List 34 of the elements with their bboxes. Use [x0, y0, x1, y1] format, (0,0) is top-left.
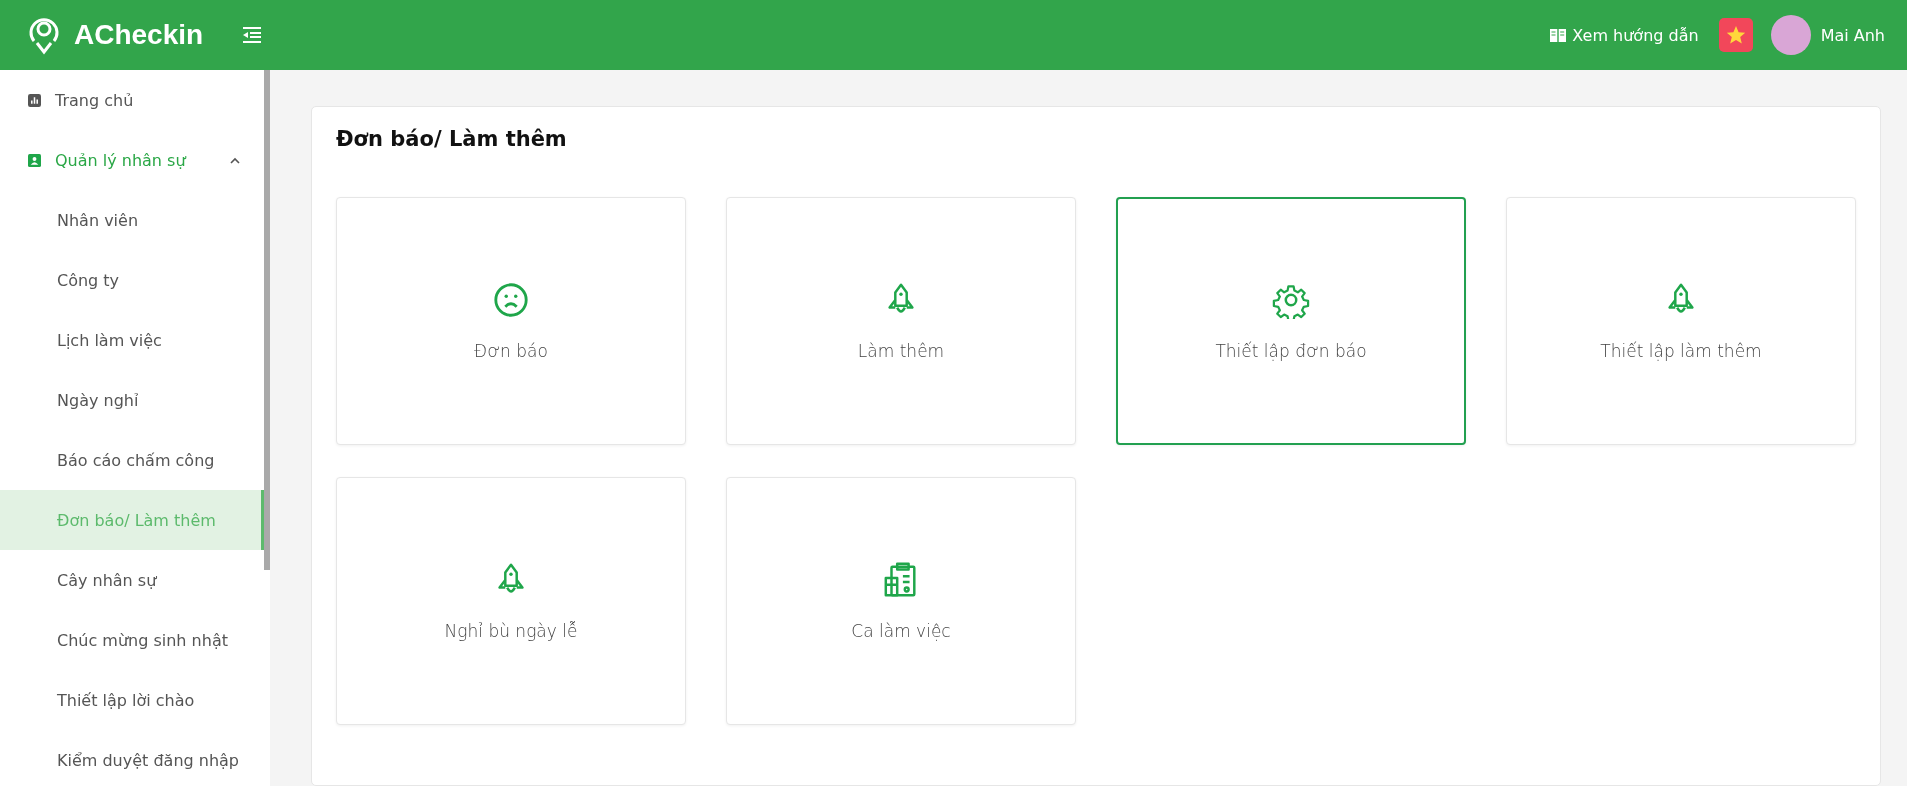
sidebar-subitem[interactable]: Ngày nghỉ: [0, 370, 264, 430]
avatar[interactable]: [1770, 15, 1811, 55]
menu-tile[interactable]: Đơn báo: [336, 197, 686, 445]
brand-name: ACheckin: [74, 19, 204, 51]
menu-tile[interactable]: Nghỉ bù ngày lễ: [336, 477, 686, 725]
menu-icon[interactable]: [241, 26, 264, 44]
sidebar-subitem[interactable]: Báo cáo chấm công: [0, 430, 264, 490]
tile-label: Nghỉ bù ngày lễ: [444, 621, 578, 641]
book-icon: [1550, 28, 1567, 42]
page-title: Đơn báo/ Làm thêm: [336, 127, 568, 151]
contact-card-icon: [28, 153, 41, 167]
location-pin-logo-icon: [28, 15, 60, 55]
tile-label: Đơn báo: [474, 341, 548, 361]
sidebar-subitem[interactable]: Thiết lập lời chào: [0, 670, 264, 730]
sidebar-subitem[interactable]: Cây nhân sự: [0, 550, 264, 610]
scrollbar[interactable]: [264, 70, 270, 570]
tile-label: Làm thêm: [857, 341, 945, 361]
tile-label: Thiết lập làm thêm: [1600, 341, 1762, 361]
tile-label: Ca làm việc: [851, 621, 951, 641]
sidebar-item[interactable]: Trang chủ: [0, 70, 264, 130]
star-icon: [1725, 25, 1746, 45]
chart-icon: [28, 93, 41, 107]
menu-tile[interactable]: Làm thêm: [726, 197, 1076, 445]
sidebar-subitem[interactable]: Chúc mừng sinh nhật: [0, 610, 264, 670]
sidebar-subitem[interactable]: Nhân viên: [0, 190, 264, 250]
sad-face-icon: [492, 281, 530, 319]
sidebar-subitem[interactable]: Công ty: [0, 250, 264, 310]
menu-tile[interactable]: Thiết lập đơn báo: [1116, 197, 1466, 445]
sidebar-subitem[interactable]: Kiểm duyệt đăng nhập: [0, 730, 264, 786]
language-flag-button[interactable]: [1718, 18, 1753, 52]
menu-tile[interactable]: Thiết lập làm thêm: [1506, 197, 1856, 445]
sidebar-subitem[interactable]: Lịch làm việc: [0, 310, 264, 370]
menu-tile[interactable]: Ca làm việc: [726, 477, 1076, 725]
tile-label: Thiết lập đơn báo: [1215, 341, 1367, 361]
